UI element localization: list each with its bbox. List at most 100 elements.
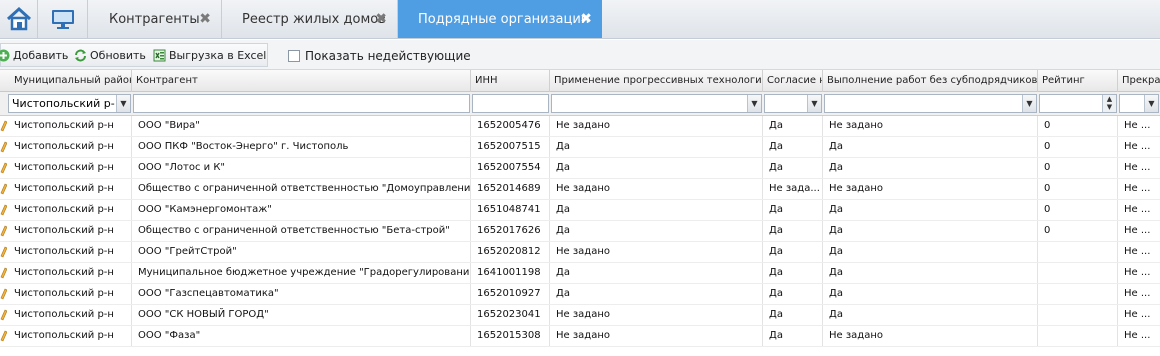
cell-progressive-tech: Не задано [550, 116, 763, 136]
table-row[interactable]: Чистопольский р-н ООО "Лотос и К" 16520075… [0, 158, 1160, 179]
table-row[interactable]: Чистопольский р-н ООО "Фаза" 1652015308 Не … [0, 326, 1160, 347]
chevron-down-icon[interactable]: ▼ [116, 95, 130, 112]
cell-termination: Не ... [1124, 183, 1151, 194]
cell-rating: 0 [1038, 179, 1118, 199]
cell-consent: Да [763, 158, 823, 178]
chevron-down-icon[interactable]: ▼ [747, 95, 761, 112]
col-progressive-tech[interactable]: Применение прогрессивных технологий [550, 70, 763, 92]
filter-no-subcontractors[interactable]: ▼ [824, 94, 1037, 113]
grid-header: Муниципальный район Контрагент ИНН Приме… [0, 70, 1160, 92]
cell-rating: 0 [1038, 158, 1118, 178]
cell-consent: Да [763, 284, 823, 304]
cell-progressive-tech: Да [550, 221, 763, 241]
home-button[interactable] [0, 0, 38, 38]
filter-row: Чистопольский р- ▼ ▼ ▼ ▼ ▲ ▼ ▼ [0, 92, 1160, 116]
tab-contractor-organizations[interactable]: Подрядные организации ✖ [398, 0, 602, 38]
col-municipal[interactable]: Муниципальный район [0, 70, 132, 92]
cell-no-subcontractors: Да [823, 242, 1038, 262]
tab-label: Реестр жилых домов [242, 11, 386, 27]
cell-termination: Не ... [1124, 120, 1151, 131]
chevron-down-icon[interactable]: ▼ [1144, 95, 1158, 112]
tab-contractors[interactable]: Контрагенты ✖ [89, 0, 222, 38]
table-row[interactable]: Чистопольский р-н ООО ПКФ "Восток-Энерго"… [0, 137, 1160, 158]
cell-consent: Да [763, 116, 823, 136]
cell-termination: Не ... [1124, 288, 1151, 299]
table-row[interactable]: Чистопольский р-н ООО "Вира" 1652005476 Не … [0, 116, 1160, 137]
show-inactive-toggle[interactable]: Показать недействующие [288, 49, 471, 63]
filter-municipal[interactable]: Чистопольский р- ▼ [8, 94, 131, 113]
cell-progressive-tech: Не задано [550, 242, 763, 262]
col-contractor[interactable]: Контрагент [132, 70, 471, 92]
cell-termination: Не ... [1124, 225, 1151, 236]
cell-consent: Да [763, 305, 823, 325]
cell-no-subcontractors: Да [823, 305, 1038, 325]
cell-consent: Да [763, 242, 823, 262]
filter-termination[interactable]: ▼ [1119, 94, 1159, 113]
cell-municipal: Чистопольский р-н [0, 221, 132, 241]
cell-termination: Не ... [1124, 246, 1151, 257]
cell-inn: 1652017626 [471, 221, 550, 241]
cell-municipal: Чистопольский р-н [0, 158, 132, 178]
show-inactive-checkbox[interactable] [288, 50, 300, 62]
cell-inn: 1651048741 [471, 200, 550, 220]
export-excel-button[interactable]: Выгрузка в Excel [153, 44, 266, 66]
col-termination[interactable]: Прекра [1118, 70, 1160, 92]
cell-progressive-tech: Да [550, 158, 763, 178]
cell-municipal: Чистопольский р-н [0, 137, 132, 157]
toolbar-button-group: Добавить Обновить Выгрузка в Excel [0, 43, 268, 67]
cell-inn: 1652010927 [471, 284, 550, 304]
cell-rating [1038, 305, 1118, 325]
table-row[interactable]: Чистопольский р-н ООО "Газспецавтоматика"… [0, 284, 1160, 305]
cell-consent: Да [763, 137, 823, 157]
table-row[interactable]: Чистопольский р-н Общество с ограниченной… [0, 221, 1160, 242]
refresh-icon [75, 49, 86, 61]
chevron-down-icon[interactable]: ▼ [807, 95, 821, 112]
cell-termination: Не ... [1124, 162, 1151, 173]
cell-contractor: Общество с ограниченной ответственностью… [132, 221, 471, 241]
close-icon[interactable]: ✖ [375, 11, 387, 27]
tab-label: Контрагенты [109, 11, 200, 27]
col-consent[interactable]: Согласие н [763, 70, 823, 92]
add-button[interactable]: Добавить [0, 44, 68, 66]
filter-contractor[interactable] [133, 94, 470, 113]
cell-municipal: Чистопольский р-н [0, 305, 132, 325]
chevron-down-icon[interactable]: ▼ [1022, 95, 1036, 112]
cell-progressive-tech: Не задано [550, 326, 763, 346]
filter-rating[interactable]: ▲ ▼ [1039, 94, 1117, 113]
table-row[interactable]: Чистопольский р-н Общество с ограниченной… [0, 179, 1160, 200]
desktop-button[interactable] [38, 0, 88, 38]
cell-rating: 0 [1038, 137, 1118, 157]
add-label: Добавить [13, 48, 69, 62]
close-icon[interactable]: ✖ [199, 11, 211, 27]
cell-no-subcontractors: Да [823, 158, 1038, 178]
filter-consent[interactable]: ▼ [764, 94, 822, 113]
col-rating[interactable]: Рейтинг [1038, 70, 1118, 92]
cell-progressive-tech: Не задано [550, 179, 763, 199]
cell-no-subcontractors: Да [823, 284, 1038, 304]
tab-housing-registry[interactable]: Реестр жилых домов ✖ [222, 0, 398, 38]
table-row[interactable]: Чистопольский р-н ООО "Камэнергомонтаж" 16… [0, 200, 1160, 221]
col-no-subcontractors[interactable]: Выполнение работ без субподрядчиков [823, 70, 1038, 92]
cell-consent: Да [763, 221, 823, 241]
cell-contractor: ООО "Газспецавтоматика" [132, 284, 471, 304]
add-icon [0, 49, 10, 61]
cell-inn: 1641001198 [471, 263, 550, 283]
spinner-icon[interactable]: ▲ ▼ [1102, 95, 1116, 112]
table-row[interactable]: Чистопольский р-н ООО "СК НОВЫЙ ГОРОД" 165… [0, 305, 1160, 326]
cell-no-subcontractors: Да [823, 200, 1038, 220]
table-row[interactable]: Чистопольский р-н Муниципальное бюджетное… [0, 263, 1160, 284]
filter-inn[interactable] [472, 94, 549, 113]
cell-municipal: Чистопольский р-н [0, 263, 132, 283]
refresh-button[interactable]: Обновить [74, 44, 146, 66]
cell-municipal: Чистопольский р-н [0, 116, 132, 136]
col-inn[interactable]: ИНН [471, 70, 550, 92]
table-row[interactable]: Чистопольский р-н ООО "ГрейтСтрой" 1652020… [0, 242, 1160, 263]
cell-municipal: Чистопольский р-н [0, 284, 132, 304]
cell-contractor: ООО "СК НОВЫЙ ГОРОД" [132, 305, 471, 325]
cell-progressive-tech: Не задано [550, 305, 763, 325]
top-tab-bar: Контрагенты ✖ Реестр жилых домов ✖ Подря… [0, 0, 1160, 39]
close-icon[interactable]: ✖ [580, 11, 592, 27]
cell-contractor: ООО "Лотос и К" [132, 158, 471, 178]
filter-progressive-tech[interactable]: ▼ [551, 94, 762, 113]
cell-rating [1038, 284, 1118, 304]
